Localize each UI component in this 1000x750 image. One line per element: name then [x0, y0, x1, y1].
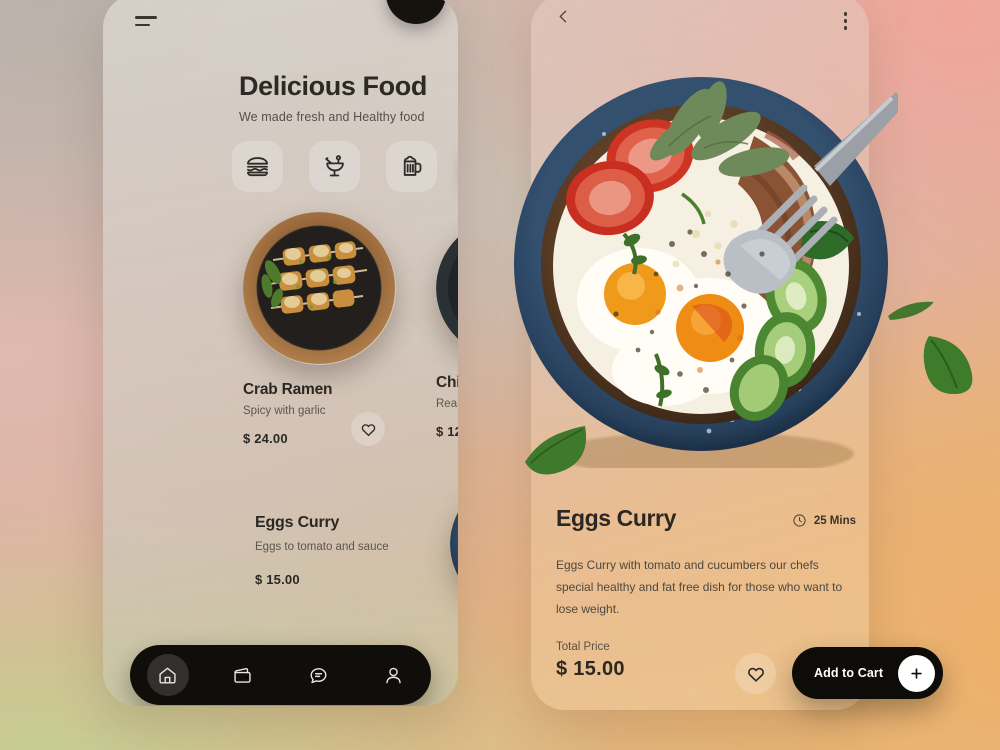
home-icon — [159, 667, 176, 683]
nav-wallet[interactable] — [222, 654, 264, 696]
detail-favorite-button[interactable] — [735, 653, 776, 694]
page-heading: Delicious Food We made fresh and Healthy… — [239, 71, 458, 124]
clock-icon — [793, 514, 806, 527]
bottom-navigation — [130, 645, 431, 705]
chat-icon — [310, 667, 327, 683]
detail-info: Eggs Curry 25 Mins Eggs Curry with tomat… — [556, 505, 856, 621]
price-label: Total Price — [556, 641, 610, 653]
product-title: Chicken Slice — [436, 374, 458, 391]
left-topbar — [135, 16, 434, 46]
dessert-icon — [325, 155, 344, 177]
category-dessert[interactable] — [309, 141, 360, 192]
price-block: Total Price $ 15.00 — [556, 641, 625, 681]
beer-mug-icon — [403, 155, 422, 176]
product-card[interactable]: Eggs Curry Eggs to tomato and sauce $ 15… — [255, 512, 458, 587]
category-drinks[interactable] — [386, 141, 437, 192]
product-price: $ 15.00 — [255, 572, 300, 587]
product-image — [450, 477, 458, 611]
page-subtitle: We made fresh and Healthy food — [239, 109, 425, 124]
product-title: Crab Ramen — [243, 381, 333, 398]
favorite-button[interactable] — [351, 412, 385, 446]
prep-time-badge: 25 Mins — [792, 513, 856, 528]
category-list — [232, 141, 458, 192]
product-card[interactable]: Crab Ramen Spicy with garlic $ 24.00 — [243, 212, 403, 446]
product-desc: Real chicken — [436, 398, 458, 410]
detail-description: Eggs Curry with tomato and cucumbers our… — [556, 558, 843, 617]
page-title: Delicious Food — [239, 71, 427, 101]
profile-icon — [386, 667, 401, 683]
add-to-cart-button[interactable]: Add to Cart — [792, 647, 943, 699]
heart-icon — [361, 423, 375, 436]
wallet-icon — [234, 667, 252, 683]
burger-icon — [247, 157, 268, 177]
nav-home[interactable] — [146, 654, 189, 696]
prep-time-label: 25 Mins — [813, 514, 856, 527]
product-card[interactable]: Chicken Slice Real chicken $ 12.00 — [436, 218, 458, 439]
hamburger-icon[interactable] — [135, 16, 159, 26]
chevron-left-icon — [559, 10, 567, 23]
back-button[interactable] — [555, 8, 572, 30]
add-icon-circle[interactable] — [898, 654, 935, 692]
category-burger[interactable] — [232, 141, 283, 192]
product-price: $ 12.00 — [436, 424, 458, 439]
nav-profile[interactable] — [372, 654, 414, 696]
heart-icon — [747, 667, 764, 682]
nav-chat[interactable] — [297, 654, 339, 696]
price-value: $ 15.00 — [556, 658, 625, 680]
product-title: Eggs Curry — [255, 514, 340, 531]
product-desc: Eggs to tomato and sauce — [255, 541, 389, 553]
product-image — [436, 218, 458, 359]
add-to-cart-label: Add to Cart — [814, 666, 884, 680]
plus-icon — [911, 667, 922, 679]
menu-screen-panel: Delicious Food We made fresh and Healthy… — [103, 0, 458, 706]
more-options-button[interactable] — [843, 12, 847, 30]
product-image — [243, 212, 396, 365]
